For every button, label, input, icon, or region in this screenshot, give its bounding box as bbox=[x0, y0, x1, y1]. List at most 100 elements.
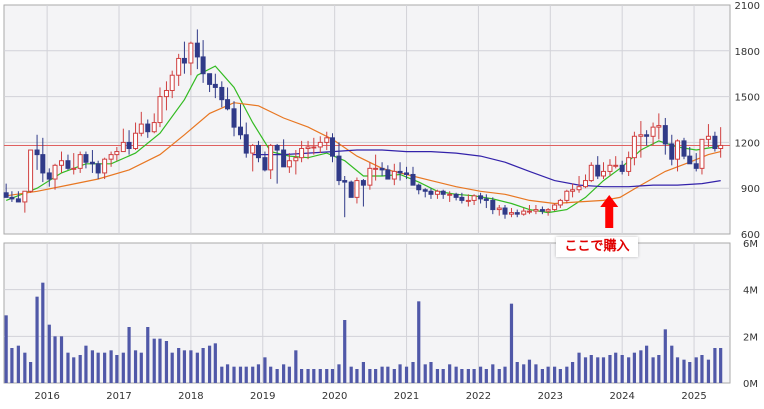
volume-bar bbox=[553, 366, 557, 383]
volume-bar bbox=[558, 369, 562, 383]
volume-bar bbox=[225, 364, 230, 383]
candle-body bbox=[102, 158, 108, 174]
volume-bar bbox=[700, 355, 704, 383]
candle-body bbox=[3, 192, 9, 198]
volume-bar bbox=[503, 366, 507, 383]
candle-body bbox=[305, 146, 311, 150]
volume-bar bbox=[66, 352, 70, 383]
candle-body bbox=[600, 170, 606, 177]
x-tick-label: 2022 bbox=[466, 391, 491, 402]
volume-bar bbox=[337, 364, 341, 383]
price-y-tick-label: 2100 bbox=[735, 1, 760, 12]
volume-bar bbox=[404, 366, 409, 383]
candle-body bbox=[656, 125, 662, 128]
volume-bar bbox=[121, 352, 125, 383]
candle-body bbox=[108, 154, 114, 160]
volume-bar bbox=[583, 357, 588, 383]
candle-body bbox=[619, 164, 625, 172]
volume-bar bbox=[398, 364, 402, 383]
volume-bar bbox=[694, 357, 698, 383]
volume-bar bbox=[238, 366, 243, 383]
volume-bar bbox=[411, 362, 415, 383]
candle-body bbox=[471, 195, 477, 201]
volume-bar bbox=[429, 362, 433, 383]
volume-bar bbox=[713, 348, 717, 383]
candle-body bbox=[336, 155, 342, 182]
candle-body bbox=[662, 125, 668, 145]
volume-bar bbox=[244, 366, 248, 383]
volume-bar bbox=[78, 355, 82, 383]
candle-body bbox=[607, 164, 613, 172]
candle-body bbox=[687, 155, 693, 165]
candle-body bbox=[329, 137, 335, 157]
volume-bar bbox=[4, 315, 8, 383]
volume-bar bbox=[589, 355, 593, 383]
volume-bar bbox=[355, 369, 359, 383]
candle-body bbox=[188, 42, 194, 64]
volume-bar bbox=[294, 350, 298, 383]
candle-body bbox=[367, 167, 373, 186]
volume-bar bbox=[706, 359, 711, 383]
candle-body bbox=[286, 160, 292, 168]
volume-bar bbox=[497, 369, 501, 383]
volume-bar bbox=[275, 369, 279, 383]
candle-body bbox=[219, 86, 225, 101]
volume-bar bbox=[675, 357, 680, 383]
candle-body bbox=[681, 140, 687, 157]
volume-bar bbox=[719, 348, 723, 383]
volume-bar bbox=[195, 352, 199, 383]
candle-body bbox=[342, 180, 348, 183]
volume-bar bbox=[164, 341, 169, 383]
candle-body bbox=[243, 134, 249, 154]
price-y-tick-label: 1800 bbox=[735, 47, 760, 58]
volume-bar bbox=[189, 350, 193, 383]
volume-bar bbox=[53, 336, 57, 383]
volume-bar bbox=[127, 327, 131, 383]
volume-y-tick-label: 0M bbox=[743, 379, 758, 390]
volume-bar bbox=[441, 369, 445, 383]
volume-bar bbox=[146, 327, 150, 383]
candle-body bbox=[552, 204, 558, 211]
volume-bar bbox=[522, 364, 526, 383]
volume-bar bbox=[527, 359, 532, 383]
candle-body bbox=[570, 189, 576, 192]
candle-body bbox=[588, 164, 594, 182]
volume-bar bbox=[90, 350, 95, 383]
volume-bar bbox=[115, 355, 119, 383]
candle-body bbox=[176, 57, 182, 76]
volume-bar bbox=[601, 357, 606, 383]
candle-body bbox=[46, 172, 52, 180]
x-tick-label: 2017 bbox=[106, 391, 131, 402]
candle-body bbox=[59, 160, 65, 166]
volume-bar bbox=[608, 355, 612, 383]
volume-bar bbox=[84, 345, 88, 383]
price-y-tick-label: 1200 bbox=[735, 138, 760, 149]
candle-body bbox=[65, 160, 71, 169]
volume-bar bbox=[109, 350, 113, 383]
candle-body bbox=[521, 210, 527, 215]
volume-bar bbox=[614, 352, 618, 383]
candle-body bbox=[502, 207, 508, 215]
volume-bar bbox=[491, 364, 495, 383]
candle-body bbox=[478, 195, 484, 200]
candle-body bbox=[163, 89, 169, 98]
volume-bar bbox=[325, 369, 329, 383]
candle-body bbox=[595, 164, 601, 177]
candle-body bbox=[693, 163, 699, 169]
volume-bar bbox=[139, 352, 143, 383]
candle-body bbox=[324, 137, 330, 143]
candle-body bbox=[638, 134, 644, 137]
candle-body bbox=[613, 164, 619, 167]
x-tick-label: 2021 bbox=[394, 391, 419, 402]
volume-bar bbox=[343, 320, 347, 383]
volume-bar bbox=[509, 303, 514, 383]
candle-body bbox=[40, 154, 46, 174]
volume-bar bbox=[256, 364, 261, 383]
x-tick-label: 2019 bbox=[250, 391, 275, 402]
candle-body bbox=[348, 181, 354, 198]
volume-bar bbox=[540, 369, 544, 383]
candle-body bbox=[133, 132, 139, 150]
volume-bar bbox=[361, 362, 366, 383]
volume-bar bbox=[565, 366, 569, 383]
candle-body bbox=[262, 157, 268, 171]
